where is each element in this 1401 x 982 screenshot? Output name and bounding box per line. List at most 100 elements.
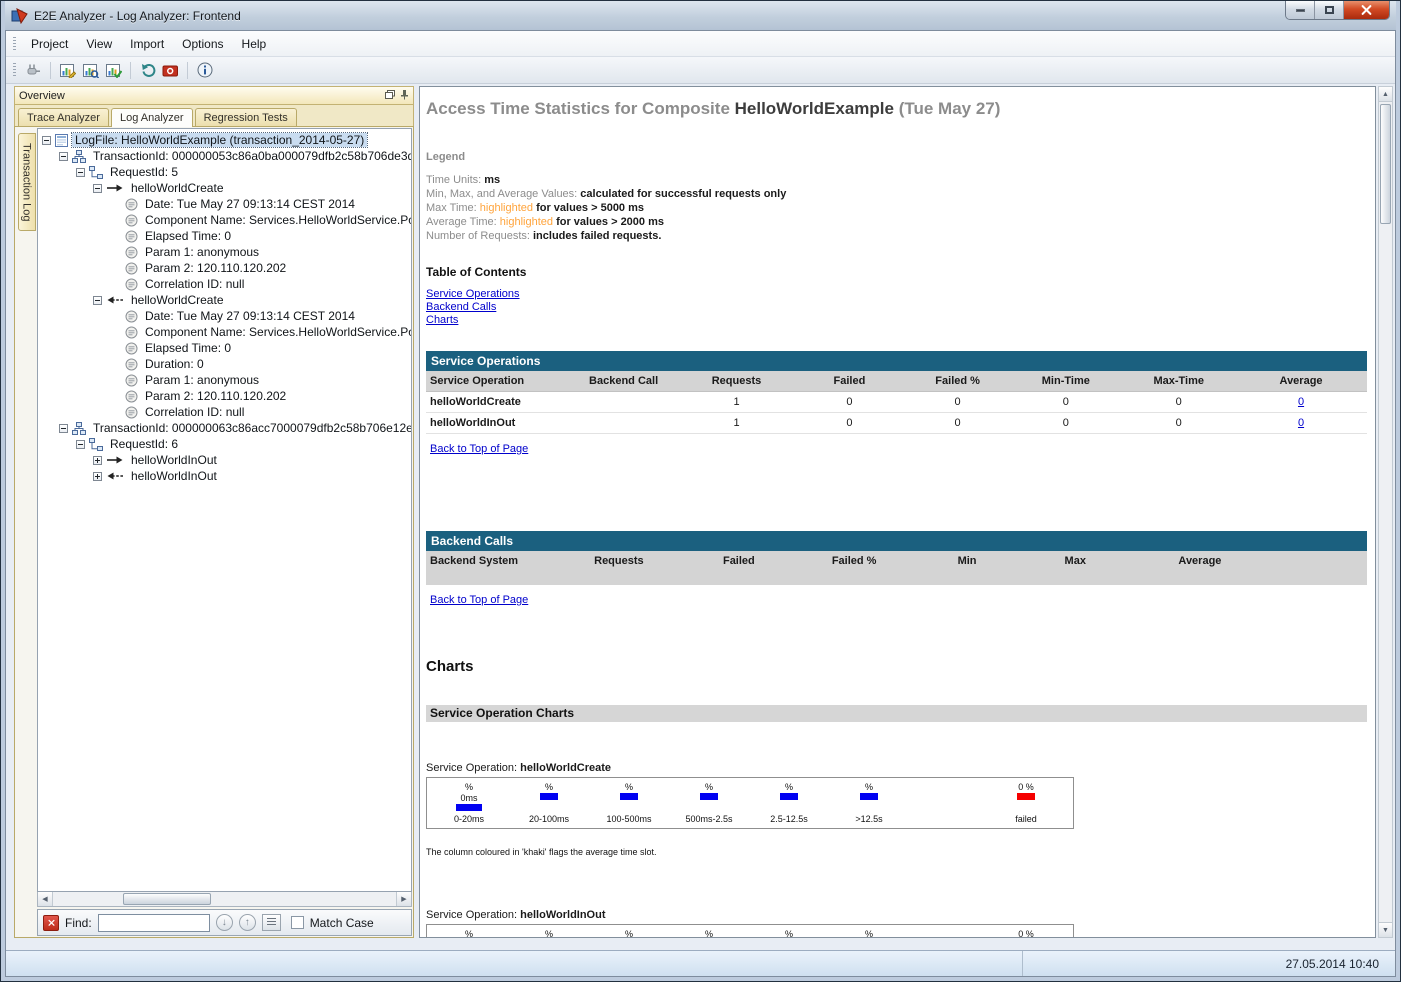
log-analyzer-icon[interactable] — [79, 59, 102, 81]
float-panel-icon[interactable] — [385, 90, 395, 102]
collapse-toggle[interactable] — [59, 424, 68, 433]
tree-node-label: Param 2: 120.110.120.202 — [142, 261, 289, 275]
app-window: E2E Analyzer - Log Analyzer: Frontend Pr… — [0, 0, 1401, 982]
collapse-toggle[interactable] — [93, 296, 102, 305]
menu-item-project[interactable]: Project — [22, 33, 77, 55]
minimize-button[interactable] — [1286, 1, 1315, 19]
scroll-up-arrow[interactable]: ▲ — [1379, 87, 1392, 102]
info-icon[interactable] — [193, 59, 216, 81]
tree-node[interactable]: Date: Tue May 27 09:13:14 CEST 2014 — [38, 308, 411, 324]
scroll-right-arrow[interactable]: ▶ — [396, 892, 411, 906]
info-icon — [125, 358, 138, 371]
tree-node[interactable]: LogFile: HelloWorldExample (transaction_… — [38, 132, 411, 148]
toolbar-grip[interactable] — [13, 63, 16, 77]
tree-node[interactable]: helloWorldInOut — [38, 468, 411, 484]
collapse-toggle[interactable] — [93, 184, 102, 193]
scroll-thumb[interactable] — [1380, 104, 1391, 224]
close-button[interactable] — [1344, 1, 1389, 19]
tree-node[interactable]: Elapsed Time: 0 — [38, 228, 411, 244]
find-input[interactable] — [98, 914, 210, 932]
find-close-button[interactable] — [43, 915, 59, 931]
menu-item-view[interactable]: View — [77, 33, 121, 55]
maximize-button[interactable] — [1315, 1, 1344, 19]
tab-regression-tests[interactable]: Regression Tests — [195, 108, 297, 126]
tree-node-label: TransactionId: 000000063c86acc7000079dfb… — [90, 421, 412, 435]
regression-tests-icon[interactable] — [102, 59, 125, 81]
menu-item-options[interactable]: Options — [173, 33, 232, 55]
tree-node[interactable]: Correlation ID: null — [38, 404, 411, 420]
tab-log-analyzer[interactable]: Log Analyzer — [111, 108, 193, 127]
charts-container: Service Operation: helloWorldCreate%0ms0… — [426, 762, 1367, 938]
expand-toggle[interactable] — [93, 456, 102, 465]
legend-heading: Legend — [426, 151, 1367, 163]
scroll-track[interactable] — [1379, 102, 1392, 922]
tree-node[interactable]: Param 1: anonymous — [38, 244, 411, 260]
legend-value: for values > 2000 ms — [556, 216, 664, 228]
tree-node[interactable]: Date: Tue May 27 09:13:14 CEST 2014 — [38, 196, 411, 212]
chart-title-name: helloWorldCreate — [520, 762, 611, 774]
tree-node[interactable]: Param 2: 120.110.120.202 — [38, 260, 411, 276]
find-options-button[interactable] — [262, 914, 281, 931]
average-link[interactable]: 0 — [1298, 396, 1304, 408]
scroll-track[interactable] — [53, 892, 396, 906]
tree-node[interactable]: helloWorldInOut — [38, 452, 411, 468]
table-header-row: Service OperationBackend CallRequestsFai… — [426, 371, 1367, 392]
tree-node[interactable]: helloWorldCreate — [38, 180, 411, 196]
tree-node[interactable]: Elapsed Time: 0 — [38, 340, 411, 356]
chart-bar-blue — [780, 793, 798, 800]
tree-node[interactable]: TransactionId: 000000063c86acc7000079dfb… — [38, 420, 411, 436]
scroll-left-arrow[interactable]: ◀ — [38, 892, 53, 906]
tree-node[interactable]: TransactionId: 000000053c86a0ba000079dfb… — [38, 148, 411, 164]
plug-icon[interactable] — [22, 59, 45, 81]
chart-column: 0 % — [981, 929, 1071, 938]
undo-icon[interactable] — [136, 59, 159, 81]
tree-node[interactable]: Component Name: Services.HelloWorldServi… — [38, 212, 411, 228]
arrow-left-icon — [106, 295, 124, 305]
tree-node[interactable]: Param 2: 120.110.120.202 — [38, 388, 411, 404]
scroll-down-arrow[interactable]: ▼ — [1379, 922, 1392, 937]
chart-column: 0 %failed — [981, 782, 1071, 825]
toc-link-backend-calls[interactable]: Backend Calls — [426, 301, 1367, 314]
arrow-right-icon — [106, 183, 124, 193]
tree-node[interactable]: RequestId: 5 — [38, 164, 411, 180]
tab-trace-analyzer[interactable]: Trace Analyzer — [18, 108, 109, 126]
match-case-checkbox[interactable] — [291, 916, 304, 929]
tree-node[interactable]: Param 1: anonymous — [38, 372, 411, 388]
tree-node[interactable]: RequestId: 6 — [38, 436, 411, 452]
menu-item-import[interactable]: Import — [121, 33, 173, 55]
title-bar[interactable]: E2E Analyzer - Log Analyzer: Frontend — [5, 1, 1396, 30]
toc-link-charts[interactable]: Charts — [426, 314, 1367, 327]
find-next-button[interactable]: ↓ — [216, 914, 233, 931]
chart-percent-label: % — [625, 929, 633, 938]
average-link[interactable]: 0 — [1298, 417, 1304, 429]
match-case-label: Match Case — [310, 916, 374, 930]
tree-horizontal-scrollbar[interactable]: ◀ ▶ — [37, 892, 412, 907]
collapse-toggle[interactable] — [42, 136, 51, 145]
tree-node[interactable]: Duration: 0 — [38, 356, 411, 372]
find-previous-button[interactable]: ↑ — [239, 914, 256, 931]
transaction-log-side-tab[interactable]: Transaction Log — [18, 133, 36, 231]
menubar-grip[interactable] — [13, 37, 16, 51]
back-to-top-link[interactable]: Back to Top of Page — [430, 594, 528, 606]
collapse-toggle[interactable] — [59, 152, 68, 161]
tree-node[interactable]: helloWorldCreate — [38, 292, 411, 308]
collapse-toggle[interactable] — [76, 168, 85, 177]
legend-label: Time Units: — [426, 174, 484, 186]
report-vertical-scrollbar[interactable]: ▲ ▼ — [1378, 86, 1393, 938]
trace-analyzer-icon[interactable] — [56, 59, 79, 81]
pin-panel-icon[interactable] — [400, 89, 409, 103]
table-cell-max_time: 0 — [1122, 392, 1235, 412]
expand-toggle[interactable] — [93, 472, 102, 481]
menu-item-help[interactable]: Help — [233, 33, 276, 55]
collapse-toggle[interactable] — [76, 440, 85, 449]
toc-link-service-operations[interactable]: Service Operations — [426, 288, 1367, 301]
chart-box: %0ms0-20ms%20-100ms%100-500ms%500ms-2.5s… — [426, 777, 1074, 829]
report-title: Access Time Statistics for Composite Hel… — [426, 99, 1367, 119]
snapshot-icon[interactable] — [159, 59, 182, 81]
tree-node[interactable]: Component Name: Services.HelloWorldServi… — [38, 324, 411, 340]
tree-node[interactable]: Correlation ID: null — [38, 276, 411, 292]
scroll-thumb[interactable] — [123, 893, 211, 905]
back-to-top-link[interactable]: Back to Top of Page — [430, 443, 528, 455]
tree-node-label: RequestId: 6 — [107, 437, 181, 451]
tree-node-label: Date: Tue May 27 09:13:14 CEST 2014 — [142, 197, 358, 211]
